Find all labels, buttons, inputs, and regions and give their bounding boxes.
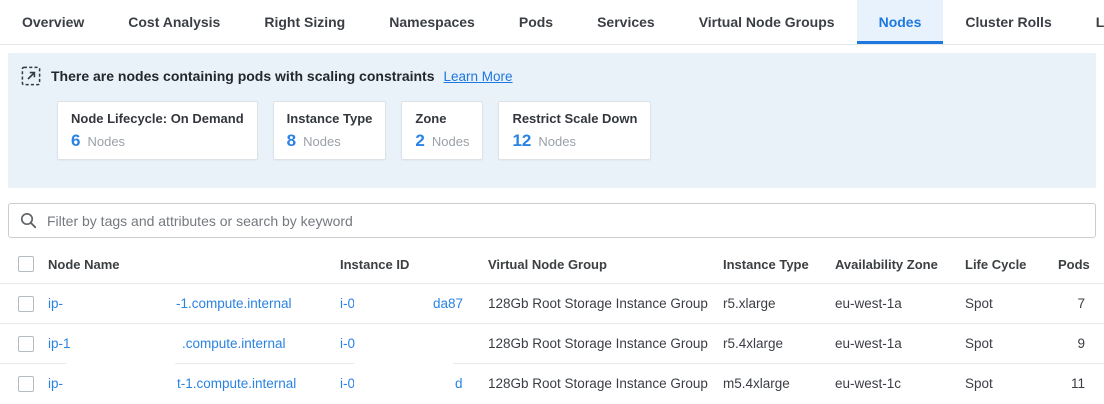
tab-log[interactable]: Log: [1074, 0, 1104, 44]
table-row: ip- t-1.compute.internal i-0 d 128Gb Roo…: [0, 363, 1104, 403]
pods-count-cell: 11: [1058, 364, 1085, 403]
life-cycle-cell: Spot: [965, 284, 993, 323]
card-title: Zone: [415, 111, 469, 126]
tab-overview[interactable]: Overview: [0, 0, 106, 44]
card-count-number: 8: [287, 131, 296, 151]
column-header-instance-type: Instance Type: [723, 245, 809, 283]
card-zone[interactable]: Zone 2 Nodes: [401, 101, 483, 160]
card-count-unit: Nodes: [303, 134, 341, 149]
node-name-fragment: -1.compute.internal: [176, 284, 292, 323]
card-count: 2 Nodes: [415, 131, 469, 151]
learn-more-link[interactable]: Learn More: [444, 69, 513, 84]
life-cycle-cell: Spot: [965, 324, 993, 363]
card-count-number: 6: [71, 131, 80, 151]
scaling-constraint-icon: [21, 66, 41, 86]
redacted-text: [364, 329, 456, 357]
tab-pods[interactable]: Pods: [497, 0, 575, 44]
tab-cost-analysis[interactable]: Cost Analysis: [106, 0, 242, 44]
instance-id-fragment: da87: [433, 284, 463, 323]
row-checkbox[interactable]: [18, 296, 34, 312]
card-restrict-scale-down[interactable]: Restrict Scale Down 12 Nodes: [498, 101, 651, 160]
card-count: 12 Nodes: [512, 131, 637, 151]
nodes-page: Overview Cost Analysis Right Sizing Name…: [0, 0, 1104, 404]
redacted-text: [66, 289, 174, 317]
table-header-row: Node Name Instance ID Virtual Node Group…: [0, 245, 1104, 283]
card-count: 6 Nodes: [71, 131, 244, 151]
scaling-constraints-banner: There are nodes containing pods with sca…: [8, 53, 1096, 188]
tab-cluster-rolls[interactable]: Cluster Rolls: [943, 0, 1073, 44]
virtual-node-group-cell: 128Gb Root Storage Instance Group: [488, 324, 708, 363]
availability-zone-cell: eu-west-1c: [835, 364, 901, 403]
node-name-fragment: t-1.compute.internal: [177, 364, 296, 403]
redacted-text: [66, 362, 175, 394]
tab-bar: Overview Cost Analysis Right Sizing Name…: [0, 0, 1104, 45]
card-title: Instance Type: [287, 111, 373, 126]
column-header-node-name: Node Name: [48, 245, 340, 283]
pods-count-cell: 9: [1058, 324, 1085, 363]
nodes-table: Node Name Instance ID Virtual Node Group…: [0, 245, 1104, 403]
table-row: ip- -1.compute.internal i-0 da87 128Gb R…: [0, 283, 1104, 323]
search-icon: [20, 212, 37, 229]
node-name-fragment: .compute.internal: [182, 324, 286, 363]
node-name-fragment: ip-1: [48, 324, 71, 363]
pods-count-cell: 7: [1058, 284, 1085, 323]
column-header-virtual-node-group: Virtual Node Group: [488, 245, 607, 283]
redacted-text: [354, 289, 431, 317]
banner-message-line: There are nodes containing pods with sca…: [8, 66, 1096, 86]
instance-type-cell: r5.4xlarge: [723, 324, 783, 363]
column-header-life-cycle: Life Cycle: [965, 245, 1026, 283]
column-header-availability-zone: Availability Zone: [835, 245, 938, 283]
card-count-number: 2: [415, 131, 424, 151]
availability-zone-cell: eu-west-1a: [835, 284, 902, 323]
row-checkbox[interactable]: [18, 376, 34, 392]
tab-right-sizing[interactable]: Right Sizing: [242, 0, 367, 44]
constraint-summary-cards: Node Lifecycle: On Demand 6 Nodes Instan…: [8, 101, 1096, 160]
life-cycle-cell: Spot: [965, 364, 993, 403]
instance-id-fragment: i-0: [340, 364, 355, 403]
virtual-node-group-cell: 128Gb Root Storage Instance Group: [488, 364, 708, 403]
card-instance-type[interactable]: Instance Type 8 Nodes: [273, 101, 387, 160]
node-name-fragment: ip-: [48, 284, 63, 323]
card-count-unit: Nodes: [432, 134, 470, 149]
tab-nodes[interactable]: Nodes: [857, 0, 944, 44]
card-count-unit: Nodes: [538, 134, 576, 149]
card-count-number: 12: [512, 131, 531, 151]
banner-message: There are nodes containing pods with sca…: [51, 68, 435, 84]
card-node-lifecycle-on-demand[interactable]: Node Lifecycle: On Demand 6 Nodes: [57, 101, 258, 160]
instance-id-fragment: i-0: [340, 324, 355, 363]
row-checkbox[interactable]: [18, 336, 34, 352]
card-title: Restrict Scale Down: [512, 111, 637, 126]
tab-virtual-node-groups[interactable]: Virtual Node Groups: [677, 0, 857, 44]
column-header-pods: Pods: [1058, 245, 1085, 283]
instance-id-fragment: i-0: [340, 284, 355, 323]
card-count-unit: Nodes: [87, 134, 125, 149]
instance-id-fragment: d: [455, 364, 463, 403]
instance-type-cell: m5.4xlarge: [723, 364, 790, 403]
search-input[interactable]: [47, 213, 1084, 229]
card-count: 8 Nodes: [287, 131, 373, 151]
virtual-node-group-cell: 128Gb Root Storage Instance Group: [488, 284, 708, 323]
tab-namespaces[interactable]: Namespaces: [367, 0, 497, 44]
availability-zone-cell: eu-west-1a: [835, 324, 902, 363]
select-all-checkbox[interactable]: [18, 256, 34, 272]
filter-search-box[interactable]: [8, 203, 1096, 238]
card-title: Node Lifecycle: On Demand: [71, 111, 244, 126]
redacted-text: [72, 329, 180, 357]
node-name-fragment: ip-: [48, 364, 63, 403]
redacted-text: [354, 362, 453, 394]
tab-services[interactable]: Services: [575, 0, 677, 44]
table-row: ip-1 .compute.internal i-0 128Gb Root St…: [0, 323, 1104, 363]
column-header-instance-id: Instance ID: [340, 245, 488, 283]
instance-type-cell: r5.xlarge: [723, 284, 776, 323]
